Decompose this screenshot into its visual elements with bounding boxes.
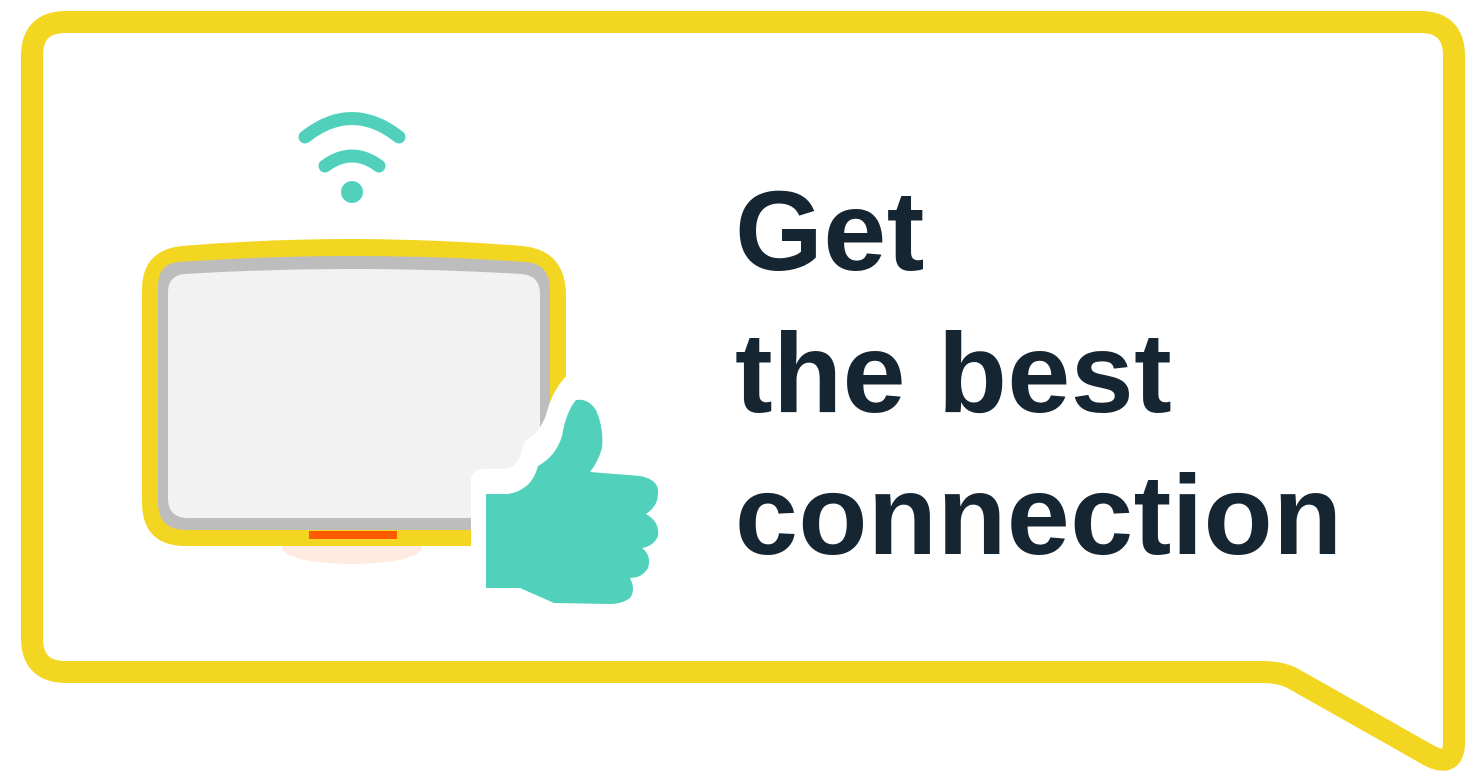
headline-line-2: the best (735, 310, 1173, 436)
headline-line-1: Get (735, 168, 925, 294)
headline-line-3: connection (735, 452, 1343, 578)
status-indicator-light (309, 531, 397, 539)
promo-banner: Get the best connection (0, 0, 1466, 784)
wifi-icon (298, 112, 406, 203)
headline: Get the best connection (735, 160, 1343, 586)
